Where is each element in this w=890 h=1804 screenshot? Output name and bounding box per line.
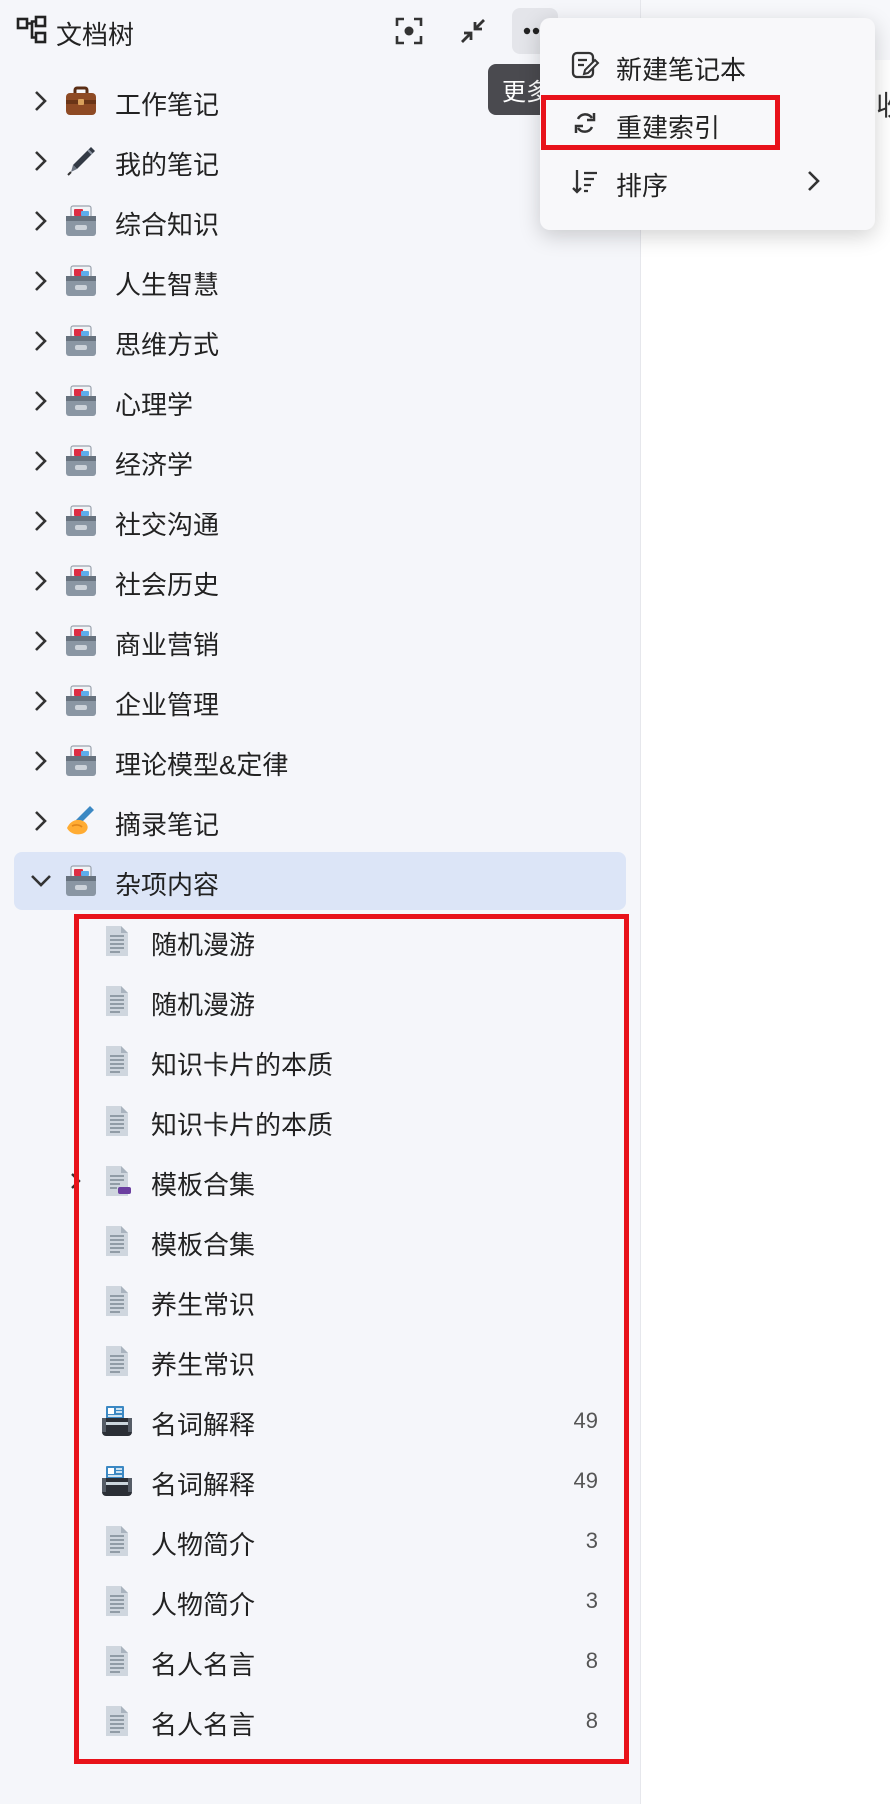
notebook-label: 经济学 [115,450,194,480]
expand-toggle[interactable] [28,508,54,534]
notebook-row[interactable]: 理论模型&定律 [14,732,626,790]
card-file-box-icon [64,504,98,538]
chevron-down-icon[interactable] [28,868,54,894]
chevron-right-icon[interactable] [28,688,54,714]
notebook-label: 企业管理 [115,690,220,720]
notebook-label: 人生智慧 [115,270,220,300]
panel-title: 文档树 [56,20,135,50]
notebook-label: 思维方式 [115,330,220,360]
expand-toggle[interactable] [28,748,54,774]
menu-item-sort[interactable]: 排序 [540,152,875,210]
chevron-right-icon[interactable] [28,208,54,234]
briefcase-icon [64,84,98,118]
notebook-row[interactable]: 商业营销 [14,612,626,670]
notebook-label: 心理学 [115,390,194,420]
expand-toggle[interactable] [28,448,54,474]
notebook-row[interactable]: 人生智慧 [14,252,626,310]
expand-toggle[interactable] [28,208,54,234]
chevron-right-icon[interactable] [28,328,54,354]
expand-toggle[interactable] [28,688,54,714]
notebook-row[interactable]: 杂项内容 [14,852,626,910]
highlight-box-rebuild-index [541,95,780,150]
expand-toggle[interactable] [28,808,54,834]
card-file-box-icon [64,864,98,898]
expand-toggle[interactable] [28,868,54,894]
notebook-row[interactable]: 我的笔记 [14,132,626,190]
expand-toggle[interactable] [28,148,54,174]
tree-icon [16,15,47,44]
chevron-right-icon[interactable] [28,808,54,834]
writing-hand-icon [64,804,98,838]
highlight-box-children [74,914,629,1764]
expand-toggle[interactable] [28,268,54,294]
chevron-right-icon[interactable] [28,628,54,654]
notebook-row[interactable]: 思维方式 [14,312,626,370]
chevron-right-icon[interactable] [28,88,54,114]
editor-text-fragment: 收 [876,84,890,124]
card-file-box-icon [64,624,98,658]
notebook-row[interactable]: 工作笔记 [14,72,626,130]
edit-notebook-icon [571,51,600,79]
focus-button[interactable] [386,8,432,54]
focus-icon [395,17,423,45]
notebook-label: 杂项内容 [115,870,220,900]
sort-icon [572,170,597,194]
notebook-label: 商业营销 [115,630,220,660]
card-file-box-icon [64,744,98,778]
expand-toggle[interactable] [28,328,54,354]
card-file-box-icon [64,444,98,478]
expand-toggle[interactable] [28,568,54,594]
collapse-all-button[interactable] [450,8,496,54]
expand-toggle[interactable] [28,628,54,654]
menu-item-new-notebook[interactable]: 新建笔记本 [540,36,875,94]
notebook-row[interactable]: 社会历史 [14,552,626,610]
chevron-right-icon[interactable] [28,148,54,174]
notebook-label: 社会历史 [115,570,220,600]
chevron-right-icon[interactable] [28,268,54,294]
chevron-right-icon [808,171,820,191]
chevron-right-icon[interactable] [28,388,54,414]
card-file-box-icon [64,324,98,358]
card-file-box-icon [64,684,98,718]
notebook-row[interactable]: 企业管理 [14,672,626,730]
notebook-label: 工作笔记 [115,90,220,120]
card-file-box-icon [64,564,98,598]
notebook-row[interactable]: 心理学 [14,372,626,430]
chevron-right-icon[interactable] [28,448,54,474]
pen-icon [64,144,98,178]
card-file-box-icon [64,264,98,298]
card-file-box-icon [64,204,98,238]
notebook-row[interactable]: 经济学 [14,432,626,490]
notebook-label: 我的笔记 [115,150,220,180]
notebook-row[interactable]: 社交沟通 [14,492,626,550]
chevron-right-icon[interactable] [28,568,54,594]
notebook-row[interactable]: 综合知识 [14,192,626,250]
notebook-label: 社交沟通 [115,510,220,540]
notebook-label: 理论模型&定律 [115,750,289,780]
card-file-box-icon [64,384,98,418]
chevron-right-icon[interactable] [28,748,54,774]
collapse-icon [461,19,485,43]
editor-area: 收 [641,0,890,1804]
document-tree-panel: 文档树 更多 工作笔记 我的笔记 综合知识 人生智慧 思维方式 心理学 经济学 社交沟通 社会历… [0,0,640,1804]
expand-toggle[interactable] [28,88,54,114]
expand-toggle[interactable] [28,388,54,414]
notebook-label: 摘录笔记 [115,810,220,840]
notebook-row[interactable]: 摘录笔记 [14,792,626,850]
chevron-right-icon[interactable] [28,508,54,534]
notebook-label: 综合知识 [115,210,220,240]
